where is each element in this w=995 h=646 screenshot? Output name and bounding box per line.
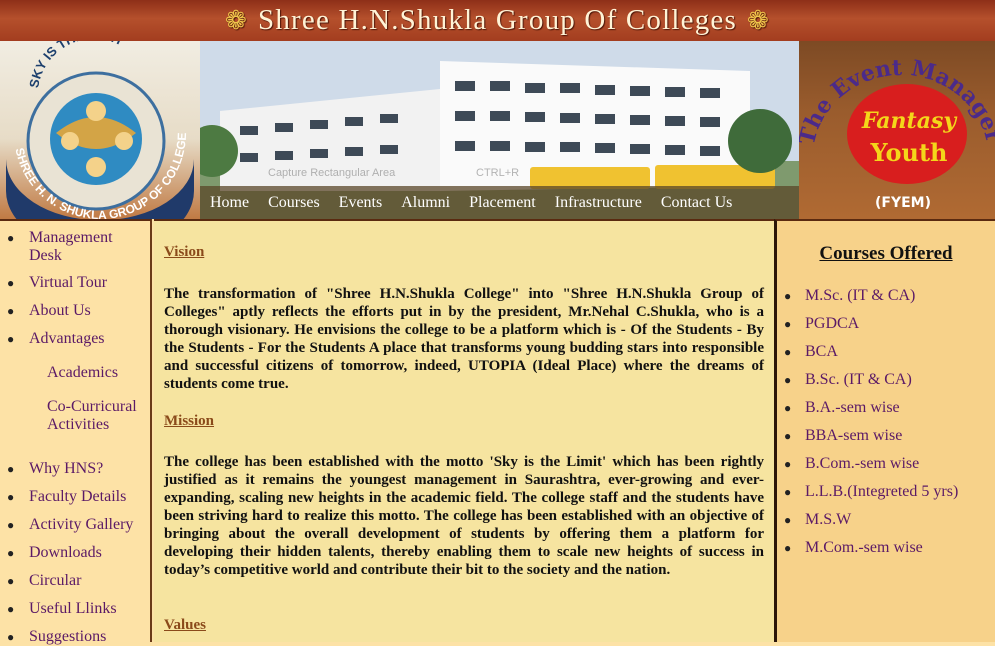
site-title-bar: ❁ Shree H.N.Shukla Group Of Colleges ❁ [0, 0, 995, 41]
bullet-icon: ● [7, 490, 15, 504]
values-heading: Values [164, 617, 206, 633]
sidebar-item-useful-links[interactable]: ● Useful Llinks [7, 600, 117, 618]
mission-heading: Mission [164, 413, 215, 429]
course-item-msw[interactable]: ● M.S.W [784, 511, 851, 529]
sidebar-item-why-hns[interactable]: ● Why HNS? [7, 460, 103, 478]
bullet-icon: ● [784, 345, 792, 359]
nav-placement[interactable]: Placement [469, 194, 536, 212]
site-title: Shree H.N.Shukla Group Of Colleges [258, 4, 737, 36]
sidebar-item-co-curricural-activities[interactable]: Co-Curricural Activities [47, 398, 147, 434]
bullet-icon: ● [784, 373, 792, 387]
vision-heading: Vision [164, 244, 205, 260]
course-item-ba[interactable]: ● B.A.-sem wise [784, 399, 900, 417]
college-logo-graphic: SKY IS THE LIMIT SHREE H. N. SHUKLA GROU… [0, 27, 194, 253]
sidebar-item-activity-gallery[interactable]: ● Activity Gallery [7, 516, 133, 534]
bullet-icon: ● [784, 485, 792, 499]
capture-area-hint: Capture Rectangular Area [268, 167, 396, 179]
bullet-icon: ● [7, 231, 15, 245]
nav-courses[interactable]: Courses [268, 194, 320, 212]
flower-ornament-icon: ❁ [746, 5, 770, 35]
sidebar-item-faculty-details[interactable]: ● Faculty Details [7, 488, 126, 506]
bullet-icon: ● [784, 429, 792, 443]
sidebar-item-circular[interactable]: ● Circular [7, 572, 81, 590]
event-managers-logo-graphic: The Event Managers Fantasy Youth (FYEM) [793, 21, 995, 211]
sidebar-item-management-desk[interactable]: ● Management Desk [7, 229, 147, 265]
bullet-icon: ● [7, 332, 15, 346]
sidebar-item-downloads[interactable]: ● Downloads [7, 544, 102, 562]
nav-infrastructure[interactable]: Infrastructure [555, 194, 642, 212]
bullet-icon: ● [784, 317, 792, 331]
mission-text: The college has been established with th… [164, 454, 764, 578]
main-content: Vision The transformation of "Shree H.N.… [154, 219, 774, 642]
logo-youth: Youth [869, 138, 947, 167]
sidebar-item-advantages[interactable]: ● Advantages [7, 330, 105, 348]
nav-alumni[interactable]: Alumni [401, 194, 450, 212]
course-item-mcom[interactable]: ● M.Com.-sem wise [784, 539, 923, 557]
vision-text: The transformation of "Shree H.N.Shukla … [164, 286, 764, 392]
sidebar-item-academics[interactable]: Academics [47, 364, 147, 382]
shortcut-hint: CTRL+R [476, 167, 520, 179]
bullet-icon: ● [784, 401, 792, 415]
event-managers-logo[interactable]: The Event Managers Fantasy Youth (FYEM) [793, 21, 995, 219]
bullet-icon: ● [784, 289, 792, 303]
bullet-icon: ● [784, 457, 792, 471]
bullet-icon: ● [7, 304, 15, 318]
logo-fyem: (FYEM) [875, 195, 931, 211]
nav-contact-us[interactable]: Contact Us [661, 194, 733, 212]
course-item-msc-it-ca[interactable]: ● M.Sc. (IT & CA) [784, 287, 915, 305]
flower-ornament-icon: ❁ [225, 5, 249, 35]
courses-panel: Courses Offered ● M.Sc. (IT & CA) ● PGDC… [774, 219, 995, 642]
sidebar-item-about-us[interactable]: ● About Us [7, 302, 91, 320]
nav-events[interactable]: Events [339, 194, 383, 212]
course-item-llb[interactable]: ● L.L.B.(Integreted 5 yrs) [784, 483, 958, 501]
bullet-icon: ● [784, 513, 792, 527]
nav-home[interactable]: Home [210, 194, 249, 212]
bullet-icon: ● [7, 630, 15, 644]
bullet-icon: ● [7, 546, 15, 560]
left-sidebar: ● Management Desk ● Virtual Tour ● About… [0, 219, 152, 645]
course-item-bba[interactable]: ● BBA-sem wise [784, 427, 902, 445]
bullet-icon: ● [7, 462, 15, 476]
course-item-bcom[interactable]: ● B.Com.-sem wise [784, 455, 919, 473]
logo-fantasy: Fantasy [861, 108, 958, 134]
college-logo[interactable]: SKY IS THE LIMIT SHREE H. N. SHUKLA GROU… [0, 27, 200, 253]
sidebar-item-suggestions[interactable]: ● Suggestions [7, 628, 106, 646]
course-item-bsc-it-ca[interactable]: ● B.Sc. (IT & CA) [784, 371, 912, 389]
courses-title: Courses Offered [819, 243, 953, 264]
sidebar-item-virtual-tour[interactable]: ● Virtual Tour [7, 274, 107, 292]
bullet-icon: ● [7, 602, 15, 616]
main-navigation: Home Courses Events Alumni Placement Inf… [200, 186, 799, 219]
course-item-pgdca[interactable]: ● PGDCA [784, 315, 859, 333]
course-item-bca[interactable]: ● BCA [784, 343, 838, 361]
bullet-icon: ● [7, 574, 15, 588]
bullet-icon: ● [784, 541, 792, 555]
bullet-icon: ● [7, 518, 15, 532]
bullet-icon: ● [7, 276, 15, 290]
